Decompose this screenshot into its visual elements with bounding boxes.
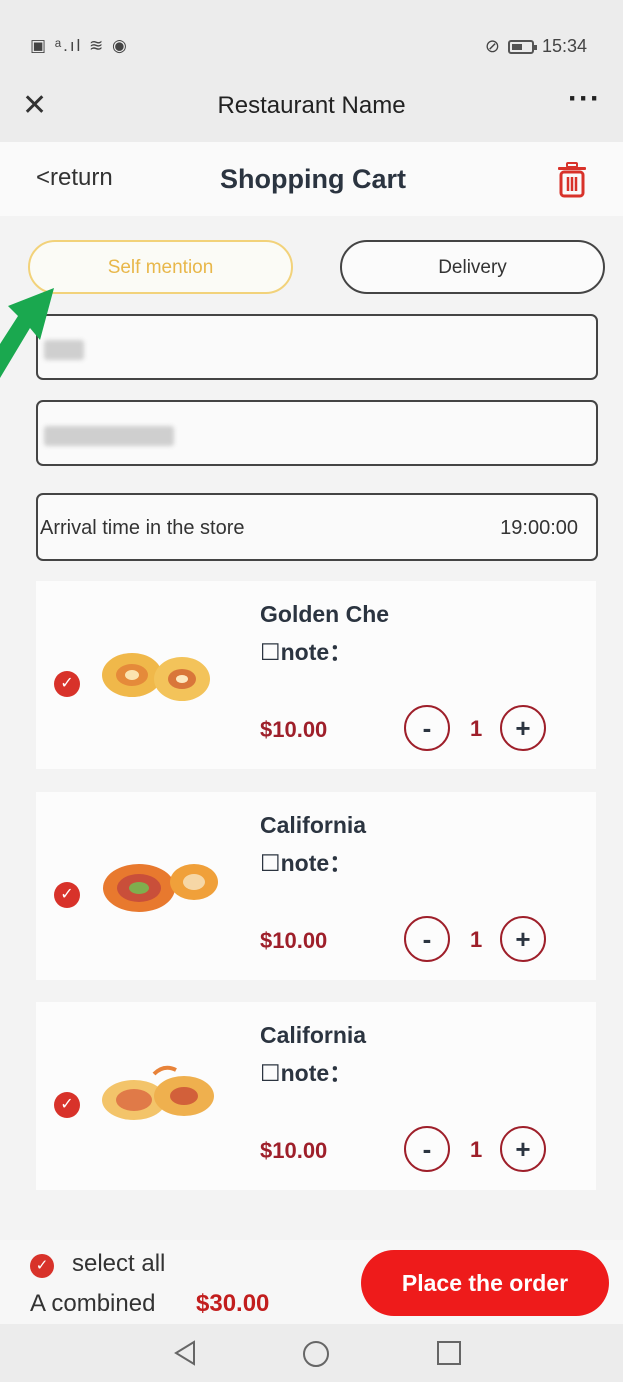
increase-button[interactable]: + xyxy=(500,916,546,962)
speed-icon: ⊘ xyxy=(484,36,500,56)
home-circle-icon[interactable] xyxy=(302,1340,330,1368)
select-all-checkbox[interactable]: ✓ xyxy=(30,1254,54,1278)
increase-button[interactable]: + xyxy=(500,1126,546,1172)
item-note[interactable]: ☐note： xyxy=(260,633,352,667)
decrease-button[interactable]: - xyxy=(404,1126,450,1172)
item-checkbox[interactable]: ✓ xyxy=(54,882,80,908)
decrease-button[interactable]: - xyxy=(404,916,450,962)
item-price: $10.00 xyxy=(260,1138,328,1163)
phone-field[interactable] xyxy=(36,400,598,466)
item-name: California xyxy=(260,812,367,838)
place-order-button[interactable]: Place the order xyxy=(361,1250,609,1316)
quantity-stepper: - 1 + xyxy=(404,705,584,753)
redacted-value xyxy=(44,426,174,446)
arrival-time-label: Arrival time in the store xyxy=(40,517,245,539)
cart-item: ✓ California ☐note： $10.00 - 1 + xyxy=(36,1002,596,1190)
checkout-bar: ✓ select all A combined $30.00 Place the… xyxy=(0,1240,623,1324)
item-name: Golden Che xyxy=(260,601,390,627)
cart-item: ✓ Golden Che ☐note： $10.00 - 1 + xyxy=(36,581,596,769)
cart-content: Self mention Delivery Arrival time in th… xyxy=(0,216,623,1240)
sushi-roll-image xyxy=(102,1065,214,1120)
battery-icon xyxy=(507,39,537,54)
status-right: ⊘ 15:34 xyxy=(485,36,587,57)
item-price: $10.00 xyxy=(260,717,328,742)
decrease-button[interactable]: - xyxy=(404,705,450,751)
item-name: California xyxy=(260,1022,367,1048)
quantity-value: 1 xyxy=(470,1137,483,1162)
cart-item: ✓ California ☐note： $10.00 - 1 + xyxy=(36,792,596,980)
quantity-value: 1 xyxy=(470,927,483,952)
order-total: $30.00 xyxy=(196,1290,270,1317)
item-price: $10.00 xyxy=(260,928,328,953)
sushi-roll-image xyxy=(102,653,210,701)
status-icons: ▣ ᵃ.ıl ≋ ◉ xyxy=(30,36,129,55)
item-note[interactable]: ☐note： xyxy=(260,844,352,878)
more-icon[interactable]: ··· xyxy=(568,82,601,116)
fulfillment-tabs: Self mention Delivery xyxy=(28,240,606,296)
arrival-time-value: 19:00:00 xyxy=(500,517,578,539)
item-note[interactable]: ☐note： xyxy=(260,1054,352,1088)
trash-icon[interactable] xyxy=(555,162,589,198)
recents-square-icon[interactable] xyxy=(436,1340,462,1366)
sushi-roll-image xyxy=(103,864,218,912)
app-bar: ✕ Restaurant Name ··· xyxy=(0,70,623,142)
name-field[interactable] xyxy=(36,314,598,380)
status-bar: ▣ ᵃ.ıl ≋ ◉ ⊘ 15:34 xyxy=(0,0,623,70)
item-checkbox[interactable]: ✓ xyxy=(54,1092,80,1118)
restaurant-title: Restaurant Name xyxy=(217,92,406,119)
item-checkbox[interactable]: ✓ xyxy=(54,671,80,697)
arrival-time-field[interactable]: Arrival time in the store 19:00:00 xyxy=(36,493,598,561)
cart-header: <return Shopping Cart xyxy=(0,142,623,216)
tab-delivery[interactable]: Delivery xyxy=(340,240,605,294)
combined-label: A combined xyxy=(30,1290,156,1317)
quantity-value: 1 xyxy=(470,716,483,741)
back-triangle-icon[interactable] xyxy=(172,1340,198,1366)
back-button[interactable]: <return xyxy=(36,164,113,192)
page-title: Shopping Cart xyxy=(220,164,406,194)
select-all-label[interactable]: select all xyxy=(72,1250,165,1278)
annotation-arrow xyxy=(0,288,54,378)
tab-self-mention[interactable]: Self mention xyxy=(28,240,293,294)
quantity-stepper: - 1 + xyxy=(404,1126,584,1174)
quantity-stepper: - 1 + xyxy=(404,916,584,964)
system-nav-bar xyxy=(0,1324,623,1382)
clock: 15:34 xyxy=(541,36,587,56)
increase-button[interactable]: + xyxy=(500,705,546,751)
